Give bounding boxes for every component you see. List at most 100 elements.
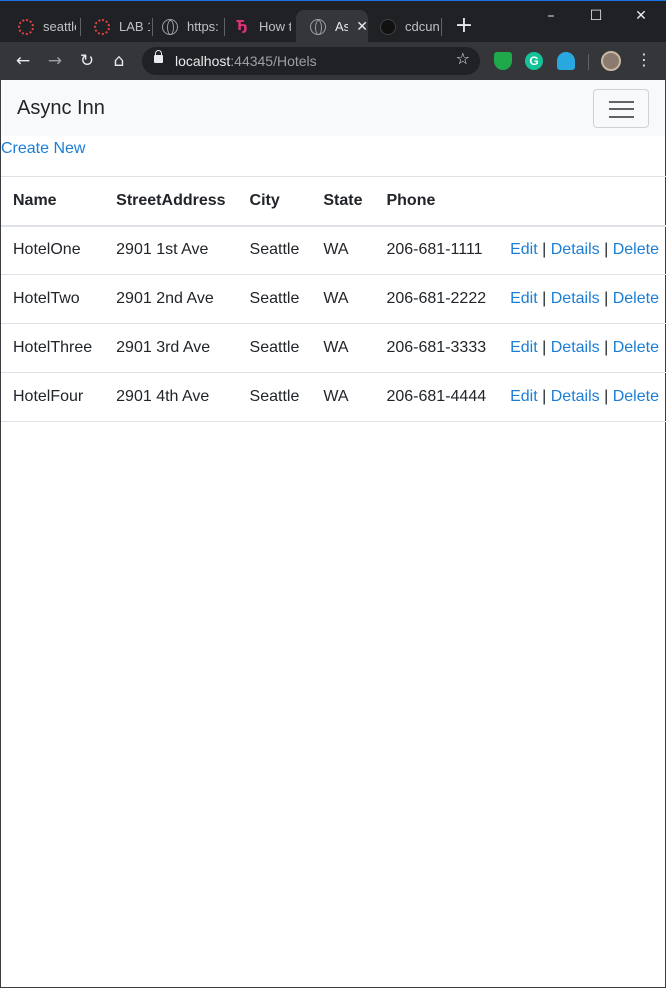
table-row: HotelFour 2901 4th Ave Seattle WA 206-68… (1, 372, 666, 422)
table-header-row: Name StreetAddress City State Phone (1, 176, 666, 227)
hotel-address-cell: 2901 4th Ave (104, 372, 238, 422)
td-icon: Ђ (236, 18, 248, 34)
grammarly-extension-icon[interactable]: G (525, 52, 543, 70)
tab-https[interactable]: https: (148, 10, 220, 43)
separator: | (604, 339, 609, 356)
shield-extension-icon[interactable] (494, 52, 512, 70)
hotels-table: Name StreetAddress City State Phone Hote… (1, 176, 666, 422)
github-icon (380, 18, 396, 35)
actions-cell: Edit | Details | Delete (498, 274, 666, 324)
hotel-name-cell: HotelOne (1, 225, 105, 275)
delete-link[interactable]: Delete (613, 339, 659, 356)
details-link[interactable]: Details (551, 290, 600, 307)
url-text[interactable]: localhost:44345/Hotels (175, 53, 317, 69)
hotel-phone-cell: 206-681-2222 (374, 274, 499, 324)
hotel-phone-cell: 206-681-1111 (374, 225, 499, 275)
actions-cell: Edit | Details | Delete (498, 323, 666, 373)
tab-strip: seattle LAB 1 https: Ђ How t As ✕ cdcun … (0, 0, 666, 43)
hotel-address-cell: 2901 2nd Ave (104, 274, 238, 324)
page-content: Async Inn Create New Name StreetAddress … (1, 80, 666, 987)
edit-link[interactable]: Edit (510, 290, 538, 307)
maximize-button[interactable]: ☐ (581, 5, 611, 27)
globe-icon (162, 18, 178, 35)
tab-github[interactable]: cdcun (366, 10, 442, 43)
lab-icon (94, 18, 110, 35)
address-bar[interactable]: localhost:44345/Hotels ☆ (142, 47, 480, 75)
brand-link[interactable]: Async Inn (17, 97, 105, 120)
hotel-city-cell: Seattle (237, 372, 312, 422)
details-link[interactable]: Details (551, 241, 600, 258)
navbar-toggler-button[interactable] (593, 89, 649, 128)
browser-menu-icon[interactable]: ⋮ (636, 50, 652, 69)
column-header-actions (498, 176, 666, 227)
hotel-phone-cell: 206-681-3333 (374, 323, 499, 373)
column-header-phone: Phone (374, 176, 499, 227)
separator: | (542, 339, 547, 356)
hamburger-icon (609, 116, 634, 118)
hotel-phone-cell: 206-681-4444 (374, 372, 499, 422)
hotel-address-cell: 2901 1st Ave (104, 225, 238, 275)
separator: | (604, 241, 609, 259)
lab-icon (18, 18, 34, 35)
hotel-state-cell: WA (311, 372, 375, 422)
toolbar-separator (588, 54, 589, 70)
navbar: Async Inn (1, 80, 665, 136)
tab-title: How t (259, 19, 291, 34)
hotel-city-cell: Seattle (237, 225, 312, 275)
hamburger-icon (609, 108, 634, 110)
actions-cell: Edit | Details | Delete (498, 372, 666, 422)
url-path: :44345/Hotels (230, 53, 317, 69)
hotel-address-cell: 2901 3rd Ave (104, 323, 238, 373)
tab-title: LAB 1 (119, 19, 150, 34)
edit-link[interactable]: Edit (510, 241, 538, 258)
delete-link[interactable]: Delete (613, 290, 659, 307)
url-host: localhost (175, 53, 231, 69)
tab-seattle[interactable]: seattle (4, 10, 76, 43)
hotel-state-cell: WA (311, 323, 375, 373)
tab-title: As (335, 19, 349, 34)
hotel-state-cell: WA (311, 225, 375, 275)
column-header-state: State (311, 176, 375, 227)
minimize-button[interactable]: – (536, 5, 566, 27)
actions-cell: Edit | Details | Delete (498, 225, 666, 275)
back-arrow-icon[interactable]: ← (11, 49, 35, 73)
new-tab-button[interactable]: + (452, 15, 476, 39)
separator: | (542, 241, 547, 259)
separator: | (604, 388, 609, 405)
tab-title: seattle (43, 19, 76, 34)
create-new-link[interactable]: Create New (1, 140, 85, 158)
home-icon[interactable]: ⌂ (107, 49, 131, 73)
separator: | (604, 290, 609, 307)
details-link[interactable]: Details (551, 339, 600, 356)
details-link[interactable]: Details (551, 388, 600, 405)
delete-link[interactable]: Delete (613, 388, 659, 405)
lock-icon[interactable] (154, 50, 163, 63)
profile-avatar[interactable] (601, 51, 621, 71)
hotel-name-cell: HotelThree (1, 323, 105, 373)
hotel-name-cell: HotelTwo (1, 274, 105, 324)
tab-how[interactable]: Ђ How t (220, 10, 294, 43)
close-window-button[interactable]: ✕ (626, 5, 656, 27)
delete-link[interactable]: Delete (613, 241, 659, 258)
tab-title: https: (187, 19, 219, 34)
separator: | (542, 388, 547, 405)
forward-arrow-icon[interactable]: → (43, 49, 67, 73)
column-header-name: Name (1, 176, 105, 227)
separator: | (542, 290, 547, 307)
bookmark-star-icon[interactable]: ☆ (456, 49, 470, 68)
column-header-city: City (237, 176, 312, 227)
table-row: HotelOne 2901 1st Ave Seattle WA 206-681… (1, 225, 666, 275)
tab-lab1[interactable]: LAB 1 (80, 10, 150, 43)
column-header-street-address: StreetAddress (104, 176, 238, 227)
edit-link[interactable]: Edit (510, 339, 538, 356)
tab-separator (441, 18, 442, 36)
reload-icon[interactable]: ↻ (75, 49, 99, 73)
hamburger-icon (609, 101, 634, 103)
tab-title: cdcun (405, 19, 439, 34)
hotel-city-cell: Seattle (237, 274, 312, 324)
edit-link[interactable]: Edit (510, 388, 538, 405)
ghost-extension-icon[interactable] (557, 52, 575, 70)
hotel-state-cell: WA (311, 274, 375, 324)
tab-async-inn[interactable]: As ✕ (296, 10, 368, 43)
globe-icon (310, 18, 326, 35)
